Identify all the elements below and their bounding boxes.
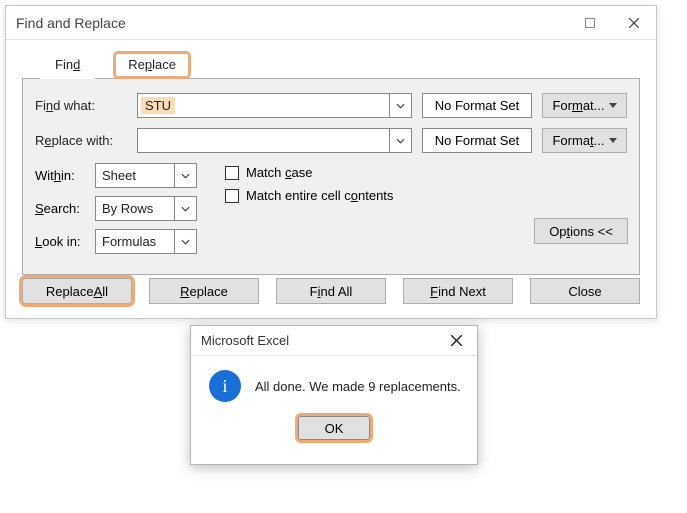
close-icon[interactable]: [435, 326, 477, 355]
find-what-input[interactable]: STU: [137, 93, 412, 118]
dialog-title: Find and Replace: [16, 15, 126, 31]
find-format-display: No Format Set: [422, 93, 532, 118]
find-next-button[interactable]: Find Next: [403, 278, 513, 304]
msgbox-titlebar: Microsoft Excel: [191, 326, 477, 356]
ok-button[interactable]: OK: [298, 416, 370, 440]
lookin-select[interactable]: Formulas: [95, 229, 197, 254]
scope-controls: Within: Sheet Search: By Rows: [35, 163, 197, 262]
chevron-down-icon[interactable]: [174, 230, 196, 253]
replace-button[interactable]: Replace: [149, 278, 259, 304]
replace-with-label: Replace with:: [35, 133, 127, 148]
match-case-checkbox[interactable]: Match case: [225, 165, 393, 180]
within-label: Within:: [35, 168, 95, 183]
action-buttons: Replace All Replace Find All Find Next C…: [22, 278, 640, 304]
checkbox-icon: [225, 166, 239, 180]
options-panel: Find what: STU No Format Set Format... R…: [22, 78, 640, 275]
close-button[interactable]: Close: [530, 278, 640, 304]
replace-format-display: No Format Set: [422, 128, 532, 153]
message-box: Microsoft Excel i All done. We made 9 re…: [190, 325, 478, 465]
info-icon: i: [209, 370, 241, 402]
close-icon[interactable]: [612, 6, 656, 39]
tab-find[interactable]: Find: [40, 51, 95, 79]
replace-format-button[interactable]: Format...: [542, 128, 627, 153]
search-label: Search:: [35, 201, 95, 216]
lookin-label: Look in:: [35, 234, 95, 249]
chevron-down-icon[interactable]: [174, 197, 196, 220]
match-options: Match case Match entire cell contents: [225, 163, 393, 262]
window-controls: [568, 6, 656, 39]
find-what-label: Find what:: [35, 98, 127, 113]
msgbox-message: All done. We made 9 replacements.: [255, 379, 461, 394]
titlebar: Find and Replace: [6, 6, 656, 40]
find-format-button[interactable]: Format...: [542, 93, 627, 118]
replace-with-input[interactable]: [137, 128, 412, 153]
within-select[interactable]: Sheet: [95, 163, 197, 188]
chevron-down-icon[interactable]: [174, 164, 196, 187]
match-entire-checkbox[interactable]: Match entire cell contents: [225, 188, 393, 203]
options-button[interactable]: Options <<: [534, 218, 628, 244]
replace-all-button[interactable]: Replace All: [22, 278, 132, 304]
tab-replace[interactable]: Replace: [113, 51, 191, 79]
chevron-down-icon[interactable]: [389, 94, 411, 117]
find-replace-dialog: Find and Replace Find Replace Find what:…: [5, 5, 657, 319]
find-what-value: STU: [141, 97, 175, 114]
tabs: Find Replace: [40, 50, 640, 78]
search-select[interactable]: By Rows: [95, 196, 197, 221]
maximize-icon[interactable]: [568, 6, 612, 39]
chevron-down-icon[interactable]: [389, 129, 411, 152]
msgbox-title: Microsoft Excel: [201, 333, 289, 348]
find-all-button[interactable]: Find All: [276, 278, 386, 304]
checkbox-icon: [225, 189, 239, 203]
